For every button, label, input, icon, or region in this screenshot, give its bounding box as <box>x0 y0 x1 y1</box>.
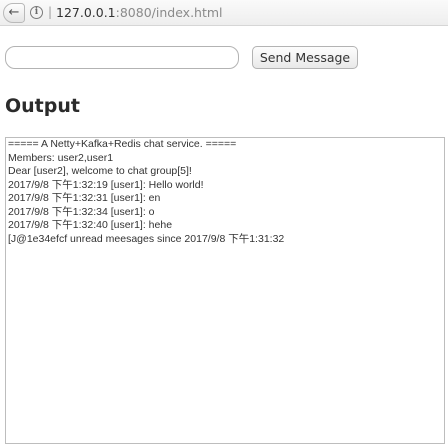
output-heading: Output <box>5 95 80 117</box>
output-log[interactable]: ===== A Netty+Kafka+Redis chat service. … <box>5 137 445 444</box>
url-host: 127.0.0.1 <box>56 5 116 20</box>
send-message-button[interactable]: Send Message <box>252 46 358 69</box>
output-line: 2017/9/8 下午1:32:19 [user1]: Hello world! <box>8 178 204 191</box>
output-line: 2017/9/8 下午1:32:40 [user1]: hehe <box>8 219 173 231</box>
output-line: Members: user2,user1 <box>8 151 114 164</box>
back-arrow-icon[interactable]: ← <box>3 3 25 23</box>
browser-url-bar: ← i | 127.0.0.1:8080/index.html <box>0 0 448 26</box>
output-line: ===== A Netty+Kafka+Redis chat service. … <box>8 138 237 150</box>
output-line: Dear [user2], welcome to chat group[5]! <box>8 165 192 177</box>
output-line: 2017/9/8 下午1:32:31 [user1]: en <box>8 192 161 204</box>
output-line: 2017/9/8 下午1:32:34 [user1]: o <box>8 205 155 218</box>
message-input[interactable] <box>5 46 239 69</box>
url-separator: | <box>48 5 53 19</box>
url-address[interactable]: 127.0.0.1:8080/index.html <box>56 5 223 20</box>
info-icon[interactable]: i <box>30 6 43 19</box>
output-line: [J@1e34efcf unread meesages since 2017/9… <box>8 232 285 245</box>
url-path: :8080/index.html <box>115 5 223 20</box>
